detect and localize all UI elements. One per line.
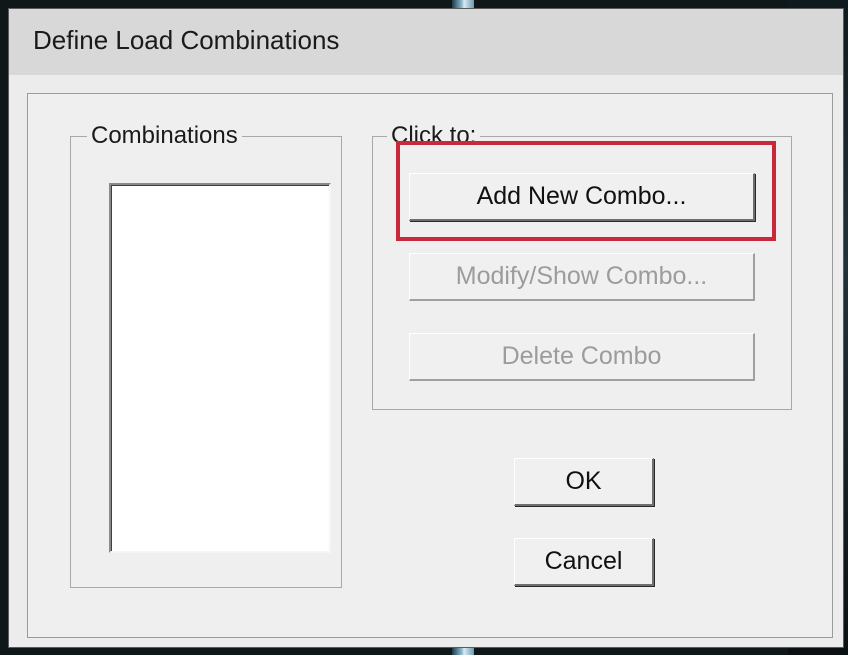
title-bar[interactable]: Define Load Combinations (9, 9, 843, 75)
actions-group-label: Click to: (387, 123, 481, 149)
delete-combo-button[interactable]: Delete Combo (409, 333, 755, 381)
dialog-client-area: Combinations Click to: Add New Combo... … (27, 93, 833, 638)
combinations-group-label: Combinations (87, 123, 242, 149)
cancel-button[interactable]: Cancel (514, 538, 654, 586)
ok-button[interactable]: OK (514, 458, 654, 506)
modify-show-combo-button[interactable]: Modify/Show Combo... (409, 253, 755, 301)
define-load-combinations-dialog: Define Load Combinations Combinations Cl… (8, 8, 844, 648)
actions-group: Click to: Add New Combo... Modify/Show C… (372, 123, 792, 410)
combinations-group: Combinations (70, 123, 342, 588)
combinations-listbox[interactable] (109, 183, 331, 553)
add-new-combo-button[interactable]: Add New Combo... (409, 173, 755, 221)
window-title: Define Load Combinations (33, 25, 340, 55)
